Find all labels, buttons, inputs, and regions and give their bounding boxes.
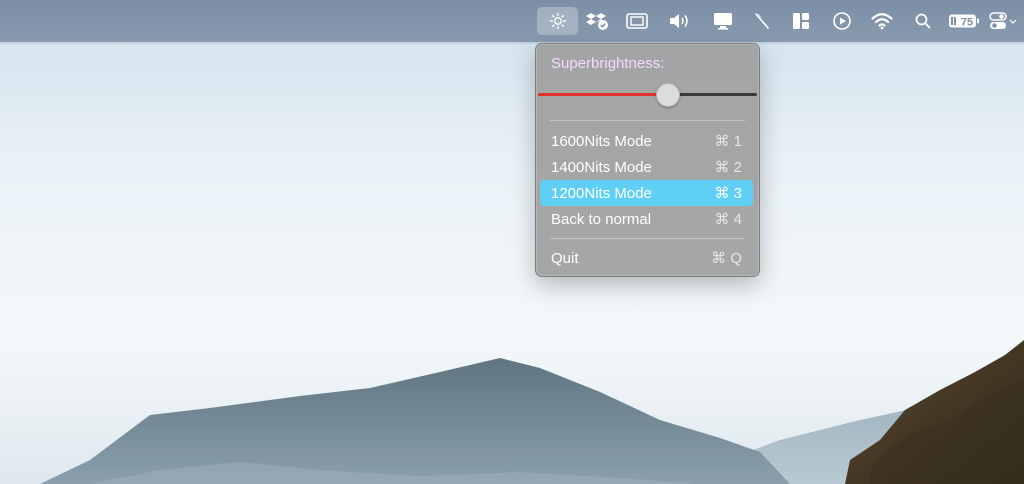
- slider-knob[interactable]: [656, 83, 680, 107]
- dropbox-sync-icon[interactable]: [585, 7, 611, 35]
- menu-item-back-to-normal[interactable]: Back to normal ⌘ 4: [540, 206, 753, 232]
- desktop-wallpaper: [0, 0, 1024, 484]
- control-center-icon[interactable]: [988, 7, 1018, 35]
- menu-separator: [550, 238, 745, 239]
- brightness-slider[interactable]: [538, 82, 757, 107]
- display-icon[interactable]: [711, 7, 735, 35]
- search-icon[interactable]: [912, 7, 934, 35]
- slider-fill: [538, 93, 667, 96]
- menu-item-1400nits[interactable]: 1400Nits Mode ⌘ 2: [540, 154, 753, 180]
- screen-capture-icon[interactable]: [625, 7, 649, 35]
- menu-separator: [550, 120, 745, 121]
- menu-item-shortcut: ⌘ 1: [714, 133, 742, 150]
- menu-item-quit[interactable]: Quit ⌘ Q: [540, 245, 753, 271]
- wifi-icon[interactable]: [869, 7, 895, 35]
- menu-item-shortcut: ⌘ 3: [714, 185, 742, 202]
- menu-item-label: Back to normal: [551, 210, 652, 228]
- pen-icon[interactable]: [750, 7, 774, 35]
- menu-item-label: 1600Nits Mode: [551, 132, 652, 150]
- battery-icon[interactable]: 75: [946, 7, 982, 35]
- menu-bar: 75: [0, 0, 1024, 42]
- menu-item-shortcut: ⌘ Q: [711, 250, 742, 267]
- menu-item-1200nits[interactable]: 1200Nits Mode ⌘ 3: [540, 180, 753, 206]
- battery-level: 75: [961, 16, 973, 28]
- window-layout-icon[interactable]: [790, 7, 812, 35]
- menu-item-label: 1200Nits Mode: [551, 184, 652, 202]
- menu-item-label: 1400Nits Mode: [551, 158, 652, 176]
- menu-item-shortcut: ⌘ 2: [714, 159, 742, 176]
- superbrightness-menu: Superbrightness: 1600Nits Mode ⌘ 1 1400N…: [535, 43, 760, 277]
- menu-item-1600nits[interactable]: 1600Nits Mode ⌘ 1: [540, 128, 753, 154]
- volume-icon[interactable]: [667, 7, 693, 35]
- menu-item-label: Quit: [551, 249, 579, 267]
- play-icon[interactable]: [830, 7, 854, 35]
- menu-title: Superbrightness:: [551, 55, 665, 72]
- menu-item-shortcut: ⌘ 4: [714, 211, 742, 228]
- brightness-icon[interactable]: [537, 7, 578, 35]
